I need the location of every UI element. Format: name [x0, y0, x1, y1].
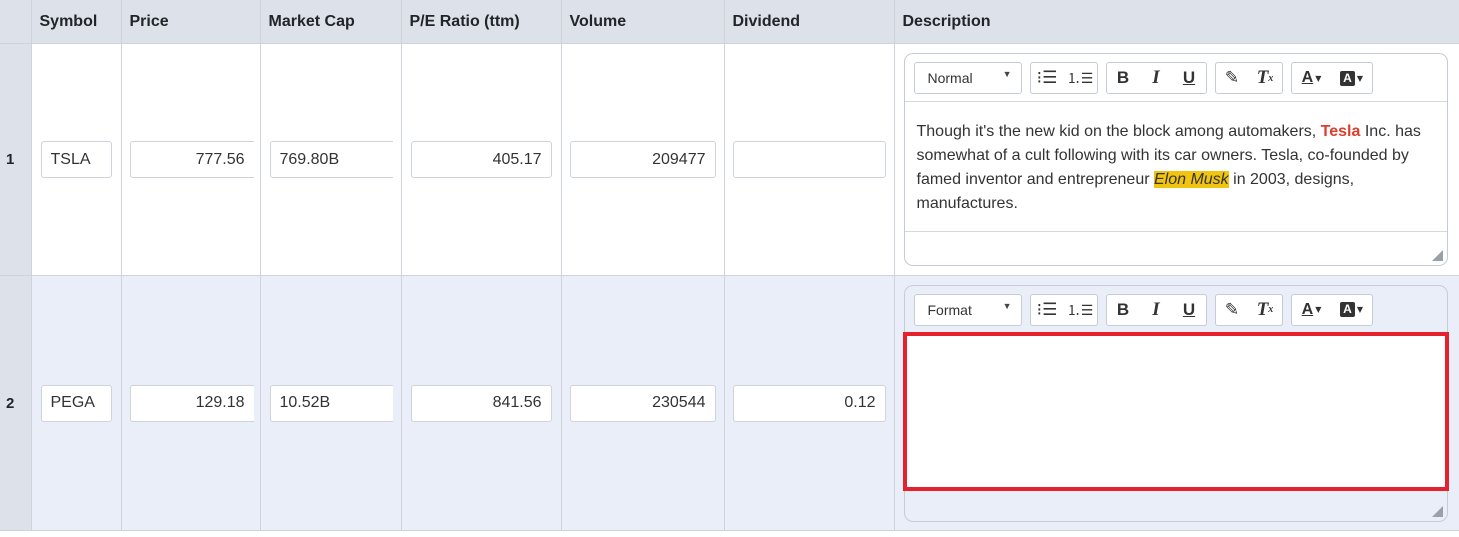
caret-down-icon: ▼ [1002, 300, 1012, 311]
price-input[interactable] [129, 141, 254, 178]
description-editor: Format ▼ ⁝☰ ⒈☰ B I U ✎ T x A ▼ A ▼ [902, 284, 1449, 522]
format-select[interactable]: Normal ▼ [913, 62, 1022, 94]
row-number: 2 [0, 275, 32, 531]
price-input[interactable] [129, 384, 254, 422]
paint-brush-icon[interactable]: ✎ [1216, 295, 1249, 325]
background-color-icon[interactable]: A ▼ [1332, 295, 1372, 325]
market-cap-input[interactable] [269, 384, 393, 422]
resize-grip-icon[interactable] [1431, 505, 1443, 517]
elon-musk-highlight: Elon Musk [1153, 171, 1229, 188]
table-row: 1 Normal [0, 43, 1459, 276]
market-cap-input[interactable] [269, 141, 393, 178]
numbered-list-icon[interactable]: ⒈☰ [1064, 63, 1097, 93]
italic-icon[interactable]: I [1140, 63, 1173, 93]
column-header-pe-ratio[interactable]: P/E Ratio (ttm) [401, 0, 562, 44]
editor-toolbar: Normal ▼ ⁝☰ ⒈☰ B I U ✎ T x A ▼ A ▼ [904, 54, 1447, 102]
color-group: A ▼ A ▼ [1290, 62, 1373, 94]
editor-toolbar: Format ▼ ⁝☰ ⒈☰ B I U ✎ T x A ▼ A ▼ [905, 286, 1447, 332]
table-row: 2 Format [0, 275, 1459, 531]
editor-content-focused[interactable] [902, 331, 1449, 491]
clear-format-icon[interactable]: Tx [1249, 63, 1282, 93]
column-header-symbol[interactable]: Symbol [31, 0, 122, 44]
clear-format-icon[interactable]: Tx [1249, 295, 1282, 325]
column-header-price[interactable]: Price [121, 0, 261, 44]
editor-statusbar [904, 231, 1447, 265]
underline-icon[interactable]: U [1173, 63, 1206, 93]
editor-statusbar [905, 491, 1447, 521]
data-grid: Symbol Price Market Cap P/E Ratio (ttm) … [0, 0, 1459, 531]
format-tools-group: ✎ Tx [1214, 293, 1283, 326]
format-select-label: Format [927, 301, 972, 318]
format-select[interactable]: Format ▼ [913, 293, 1022, 326]
pe-ratio-input[interactable] [410, 141, 552, 178]
color-group: A ▼ A ▼ [1290, 293, 1373, 326]
symbol-input[interactable] [40, 141, 112, 178]
underline-icon[interactable]: U [1173, 295, 1206, 325]
bold-icon[interactable]: B [1107, 63, 1140, 93]
text-color-icon[interactable]: A ▼ [1292, 295, 1332, 325]
column-header-volume[interactable]: Volume [561, 0, 725, 44]
column-header-dividend[interactable]: Dividend [724, 0, 895, 44]
volume-input[interactable] [569, 384, 716, 422]
format-tools-group: ✎ Tx [1214, 62, 1283, 94]
style-group: B I U [1105, 293, 1207, 326]
header-row: Symbol Price Market Cap P/E Ratio (ttm) … [0, 0, 1459, 44]
bullet-list-icon[interactable]: ⁝☰ [1031, 63, 1064, 93]
editor-content[interactable]: Though it's the new kid on the block amo… [905, 102, 1447, 231]
symbol-input[interactable] [40, 384, 112, 422]
description-text: Though it's the new kid on the block amo… [916, 123, 1321, 140]
dividend-input[interactable] [732, 141, 886, 178]
bold-icon[interactable]: B [1107, 295, 1140, 325]
pe-ratio-input[interactable] [410, 384, 552, 422]
numbered-list-icon[interactable]: ⒈☰ [1064, 295, 1097, 325]
caret-down-icon: ▼ [1002, 69, 1012, 79]
italic-icon[interactable]: I [1140, 295, 1173, 325]
list-group: ⁝☰ ⒈☰ [1029, 293, 1098, 326]
description-editor: Normal ▼ ⁝☰ ⒈☰ B I U ✎ T x A ▼ A ▼ Thoug… [903, 53, 1448, 266]
column-header-description[interactable]: Description [894, 0, 1459, 44]
style-group: B I U [1105, 62, 1207, 94]
background-color-icon[interactable]: A ▼ [1332, 63, 1372, 93]
volume-input[interactable] [569, 141, 716, 178]
paint-brush-icon[interactable]: ✎ [1216, 63, 1249, 93]
bullet-list-icon[interactable]: ⁝☰ [1031, 295, 1064, 325]
text-color-icon[interactable]: A ▼ [1292, 63, 1332, 93]
tesla-bold-text: Tesla [1320, 123, 1361, 140]
list-group: ⁝☰ ⒈☰ [1029, 62, 1098, 94]
column-header-market-cap[interactable]: Market Cap [260, 0, 402, 44]
format-select-label: Normal [927, 70, 973, 86]
dividend-input[interactable] [732, 384, 886, 422]
resize-grip-icon[interactable] [1431, 250, 1443, 261]
corner-cell [0, 0, 32, 44]
row-number: 1 [0, 43, 32, 276]
